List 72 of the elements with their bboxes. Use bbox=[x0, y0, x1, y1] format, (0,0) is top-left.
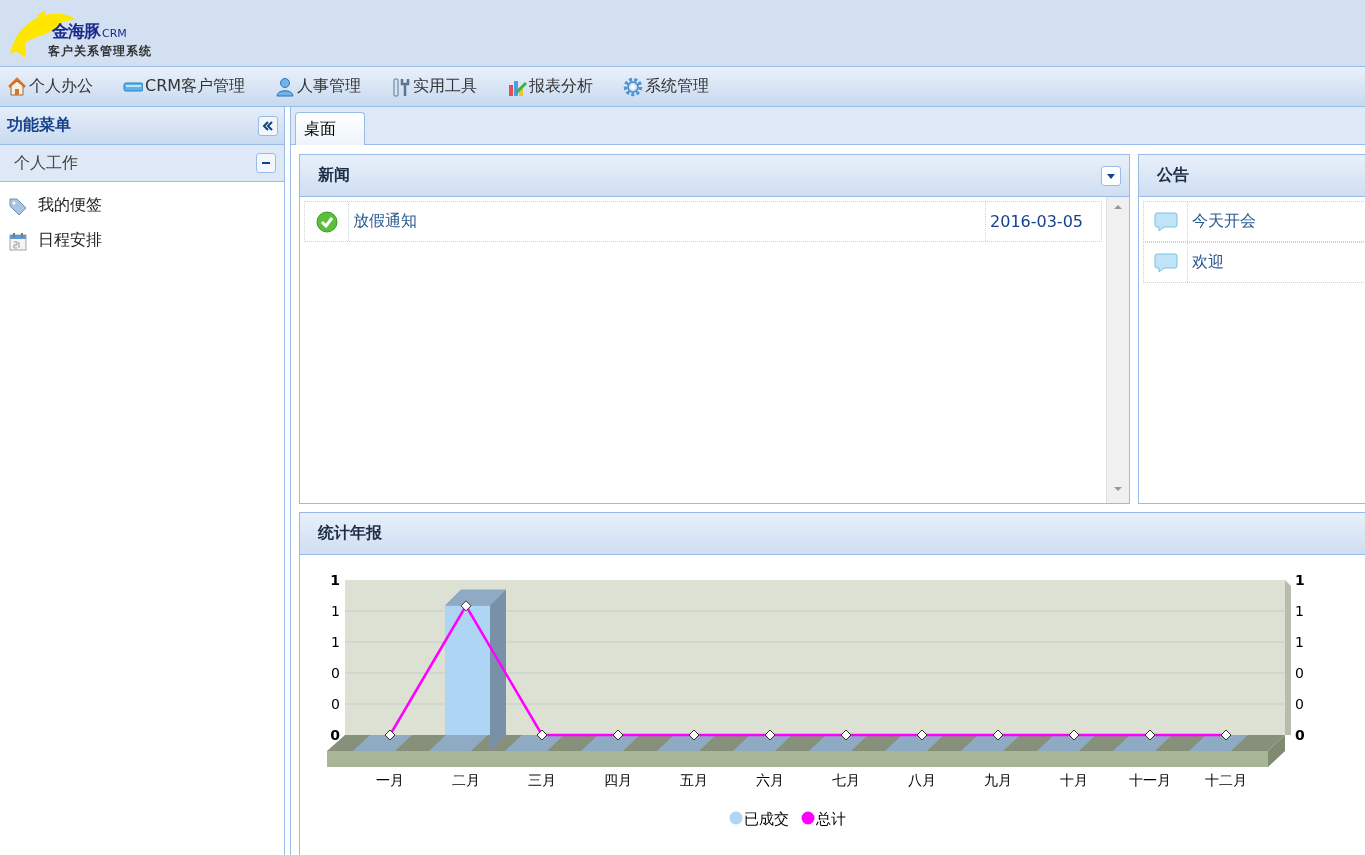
dropdown-button[interactable] bbox=[1101, 165, 1121, 186]
tag-icon bbox=[8, 195, 28, 216]
data-point bbox=[688, 729, 700, 741]
check-icon bbox=[315, 210, 338, 233]
menu-item[interactable]: 报表分析 bbox=[507, 76, 594, 97]
data-point bbox=[460, 600, 472, 612]
x-tick-label: 四月 bbox=[604, 772, 632, 788]
y-tick-label: 0 bbox=[1295, 665, 1304, 681]
section-title: 个人工作 bbox=[14, 152, 78, 174]
toggle-button[interactable] bbox=[256, 153, 276, 173]
y-tick-label: 1 bbox=[331, 634, 340, 650]
data-point bbox=[1068, 729, 1080, 741]
sidebar-item[interactable]: 我的便签 bbox=[38, 195, 102, 216]
data-point bbox=[1220, 729, 1232, 741]
person-icon bbox=[275, 76, 296, 97]
settings-icon bbox=[623, 76, 644, 97]
news-date: 2016-03-05 bbox=[985, 202, 1101, 241]
data-point bbox=[992, 729, 1004, 741]
speech-bubble-icon bbox=[1153, 251, 1178, 274]
data-point bbox=[612, 729, 624, 741]
data-point bbox=[1144, 729, 1156, 741]
x-tick-label: 五月 bbox=[680, 772, 708, 788]
sidebar-item[interactable]: 日程安排 bbox=[38, 230, 102, 251]
news-title[interactable]: 放假通知 bbox=[349, 211, 985, 232]
y-tick-label: 0 bbox=[330, 727, 340, 743]
collapse-button[interactable] bbox=[258, 115, 278, 136]
house-icon bbox=[7, 76, 27, 97]
y-tick-label: 1 bbox=[1295, 572, 1305, 588]
tab[interactable]: 桌面 bbox=[295, 112, 365, 145]
calendar-icon bbox=[8, 230, 28, 251]
legend-label: 已成交 bbox=[744, 810, 789, 828]
menu-item[interactable]: 系统管理 bbox=[623, 76, 710, 97]
panel-title: 统计年报 bbox=[318, 523, 382, 544]
menu-item[interactable]: 实用工具 bbox=[391, 76, 478, 97]
y-tick-label: 0 bbox=[331, 696, 340, 712]
x-tick-label: 六月 bbox=[756, 772, 784, 788]
x-tick-label: 八月 bbox=[908, 772, 936, 788]
x-tick-label: 三月 bbox=[528, 772, 556, 788]
y-tick-label: 1 bbox=[330, 572, 340, 588]
y-tick-label: 0 bbox=[1295, 727, 1305, 743]
data-point bbox=[536, 729, 548, 741]
legend-dot bbox=[801, 811, 815, 825]
logo-suffix: CRM bbox=[102, 27, 127, 40]
data-point bbox=[384, 729, 396, 741]
sidebar-title: 功能菜单 bbox=[7, 115, 71, 136]
x-tick-label: 九月 bbox=[984, 772, 1012, 788]
x-tick-label: 一月 bbox=[376, 772, 404, 788]
logo-brand: 金海豚 bbox=[52, 21, 100, 41]
x-tick-label: 十二月 bbox=[1205, 772, 1247, 788]
panel-title: 新闻 bbox=[318, 165, 350, 186]
x-tick-label: 七月 bbox=[832, 772, 860, 788]
logo-subtitle: 客户关系管理系统 bbox=[48, 43, 152, 60]
data-point bbox=[840, 729, 852, 741]
legend-label: 总计 bbox=[816, 810, 846, 828]
y-tick-label: 0 bbox=[1295, 696, 1304, 712]
x-tick-label: 十月 bbox=[1060, 772, 1088, 788]
double-chevron-icon bbox=[262, 119, 274, 132]
panel-title: 公告 bbox=[1157, 165, 1189, 186]
data-point bbox=[764, 729, 776, 741]
menu-item[interactable]: 人事管理 bbox=[275, 76, 362, 97]
y-tick-label: 0 bbox=[331, 665, 340, 681]
menu-item[interactable]: 个人办公 bbox=[7, 76, 93, 97]
y-tick-label: 1 bbox=[1295, 634, 1304, 650]
y-tick-label: 1 bbox=[331, 603, 340, 619]
data-point bbox=[916, 729, 928, 741]
menu-item[interactable]: CRM客户管理 bbox=[123, 76, 246, 97]
x-tick-label: 十一月 bbox=[1129, 772, 1171, 788]
tools-icon bbox=[391, 76, 412, 97]
legend-dot bbox=[729, 811, 743, 825]
x-tick-label: 二月 bbox=[452, 772, 480, 788]
speech-bubble-icon bbox=[1153, 210, 1178, 233]
y-tick-label: 1 bbox=[1295, 603, 1304, 619]
